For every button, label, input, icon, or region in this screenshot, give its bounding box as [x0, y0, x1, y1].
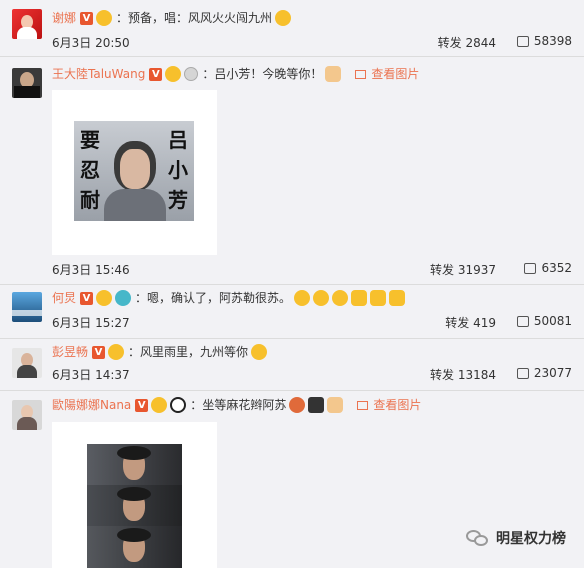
comment-date: 6月3日 15:27 — [52, 316, 130, 330]
avatar[interactable] — [12, 9, 42, 39]
view-image-link[interactable]: 查看图片 — [355, 65, 419, 83]
verified-smile-icon — [96, 10, 113, 26]
comment-text: ：吕小芳！今晚等你！ — [202, 67, 323, 81]
username-link[interactable]: 王大陸TaluWang — [52, 65, 145, 83]
comment-date: 6月3日 20:50 — [52, 36, 130, 50]
laugh-icon — [332, 290, 349, 306]
wechat-icon — [466, 528, 490, 548]
vip-badge-icon: V — [135, 398, 149, 412]
image-icon — [355, 69, 367, 79]
username-link[interactable]: 彭昱畅 — [52, 343, 88, 361]
thumbs-up-icon — [516, 367, 529, 379]
comment-text: ：预备，唱：风风火火闯九州 — [116, 11, 273, 25]
thumbs-up-icon — [524, 262, 537, 274]
vip-badge-icon: V — [80, 11, 94, 25]
avatar[interactable] — [12, 348, 42, 378]
repost-button[interactable]: 转发 2844 — [438, 34, 496, 51]
thumbs-up-icon — [516, 35, 529, 47]
panda-icon — [170, 397, 187, 413]
comment-image[interactable] — [52, 422, 217, 568]
fist-icon — [327, 397, 344, 413]
vip-badge-icon: V — [80, 291, 94, 305]
eye-badge-icon — [115, 290, 132, 306]
camera-icon — [308, 397, 325, 413]
verified-smile-icon — [96, 290, 113, 306]
thumbs-up-emoji-icon — [389, 290, 406, 306]
thumbs-up-emoji-icon — [370, 290, 387, 306]
laugh-icon — [294, 290, 311, 306]
cheers-icon — [275, 10, 292, 26]
laugh-icon — [313, 290, 330, 306]
medal-icon — [184, 67, 199, 81]
repost-button[interactable]: 转发 13184 — [430, 366, 496, 383]
comment-item: 谢娜 V ：预备，唱：风风火火闯九州 6月3日 20:50 转发 2844 58… — [0, 0, 584, 57]
like-button[interactable]: 6352 — [524, 261, 572, 275]
username-link[interactable]: 谢娜 — [52, 9, 76, 27]
repost-button[interactable]: 转发 419 — [445, 314, 496, 331]
thumbs-up-emoji-icon — [351, 290, 368, 306]
comment-text: ：嗯，确认了，阿苏勒很苏。 — [135, 291, 292, 305]
comment-item: 何炅 V ：嗯，确认了，阿苏勒很苏。 6月3日 15:27 转发 419 500… — [0, 284, 584, 339]
avatar[interactable] — [12, 400, 42, 430]
victory-hand-icon — [325, 66, 342, 82]
comment-item: 彭昱畅 V ：风里雨里，九州等你 6月3日 14:37 转发 13184 230… — [0, 338, 584, 391]
meme-text-left: 要 忍 耐 — [80, 128, 100, 212]
comment-text: ：坐等麻花辫阿苏 — [190, 398, 287, 412]
vip-badge-icon: V — [149, 67, 163, 81]
image-icon — [357, 400, 369, 410]
comment-item: 王大陸TaluWang V ：吕小芳！今晚等你！ 查看图片 要 忍 耐 吕 小 … — [0, 56, 584, 285]
avatar[interactable] — [12, 68, 42, 98]
meme-text-right: 吕 小 芳 — [168, 128, 188, 212]
repost-button[interactable]: 转发 31937 — [430, 261, 496, 278]
comment-text: ：风里雨里，九州等你 — [128, 345, 249, 359]
like-button[interactable]: 23077 — [516, 366, 572, 380]
sunglasses-icon — [251, 344, 268, 360]
watermark: 明星权力榜 — [466, 528, 566, 548]
verified-smile-icon — [165, 66, 182, 82]
verified-smile-icon — [151, 397, 168, 413]
username-link[interactable]: 何炅 — [52, 289, 76, 307]
avatar[interactable] — [12, 292, 42, 322]
like-button[interactable]: 50081 — [516, 314, 572, 328]
username-link[interactable]: 歐陽娜娜Nana — [52, 396, 131, 414]
view-image-link[interactable]: 查看图片 — [357, 396, 421, 414]
angry-icon — [289, 397, 306, 413]
like-button[interactable]: 58398 — [516, 34, 572, 48]
verified-smile-icon — [108, 344, 125, 360]
vip-badge-icon: V — [92, 345, 106, 359]
thumbs-up-icon — [516, 315, 529, 327]
comment-image[interactable]: 要 忍 耐 吕 小 芳 — [52, 90, 217, 255]
comment-item: 歐陽娜娜Nana V ：坐等麻花辫阿苏 查看图片 明星权力榜 — [0, 390, 584, 568]
comment-date: 6月3日 14:37 — [52, 368, 130, 382]
comment-date: 6月3日 15:46 — [52, 263, 130, 277]
